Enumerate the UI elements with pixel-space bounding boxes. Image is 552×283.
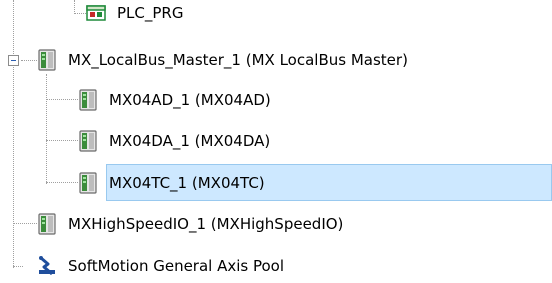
tree-item-label: SoftMotion General Axis Pool bbox=[68, 257, 285, 275]
tree-item-label: MX04DA_1 (MX04DA) bbox=[109, 132, 271, 150]
tree-guide-h bbox=[46, 182, 78, 183]
device-tree: PLC_PRG MX_LocalBus_Master_1 (MX LocalBu… bbox=[0, 0, 552, 282]
tree-item-label: MX04TC_1 (MX04TC) bbox=[109, 174, 265, 192]
tree-guide-top bbox=[74, 0, 75, 14]
tree-item-label: PLC_PRG bbox=[117, 4, 184, 22]
device-icon bbox=[38, 213, 56, 235]
device-icon bbox=[79, 89, 97, 111]
tree-item-mx-localbus-master[interactable]: MX_LocalBus_Master_1 (MX LocalBus Master… bbox=[37, 43, 411, 77]
tree-item-label: MXHighSpeedIO_1 (MXHighSpeedIO) bbox=[68, 215, 344, 233]
axis-pool-icon bbox=[39, 256, 55, 276]
tree-guide-child bbox=[46, 74, 47, 184]
device-icon bbox=[79, 130, 97, 152]
device-icon bbox=[79, 172, 97, 194]
tree-item-plc-prg[interactable]: PLC_PRG bbox=[86, 0, 186, 30]
tree-item-mxhighspeedio[interactable]: MXHighSpeedIO_1 (MXHighSpeedIO) bbox=[37, 207, 346, 241]
tree-item-softmotion-axis-pool[interactable]: SoftMotion General Axis Pool bbox=[37, 249, 287, 283]
tree-guide-h bbox=[21, 60, 37, 61]
tree-item-label: MX_LocalBus_Master_1 (MX LocalBus Master… bbox=[68, 51, 408, 69]
tree-item-mx04ad[interactable]: MX04AD_1 (MX04AD) bbox=[78, 83, 274, 117]
tree-guide-h bbox=[46, 140, 78, 141]
tree-item-mx04da[interactable]: MX04DA_1 (MX04DA) bbox=[78, 124, 273, 158]
tree-item-mx04tc[interactable]: MX04TC_1 (MX04TC) bbox=[78, 166, 268, 200]
device-icon bbox=[38, 49, 56, 71]
tree-guide-h bbox=[46, 99, 78, 100]
tree-guide-h bbox=[74, 13, 86, 14]
tree-guide-h bbox=[13, 266, 23, 267]
tree-item-label: MX04AD_1 (MX04AD) bbox=[109, 91, 271, 109]
program-icon bbox=[86, 5, 106, 21]
collapse-toggle-icon[interactable] bbox=[8, 55, 19, 66]
tree-guide-h bbox=[13, 223, 37, 224]
tree-guide-root bbox=[13, 0, 14, 268]
